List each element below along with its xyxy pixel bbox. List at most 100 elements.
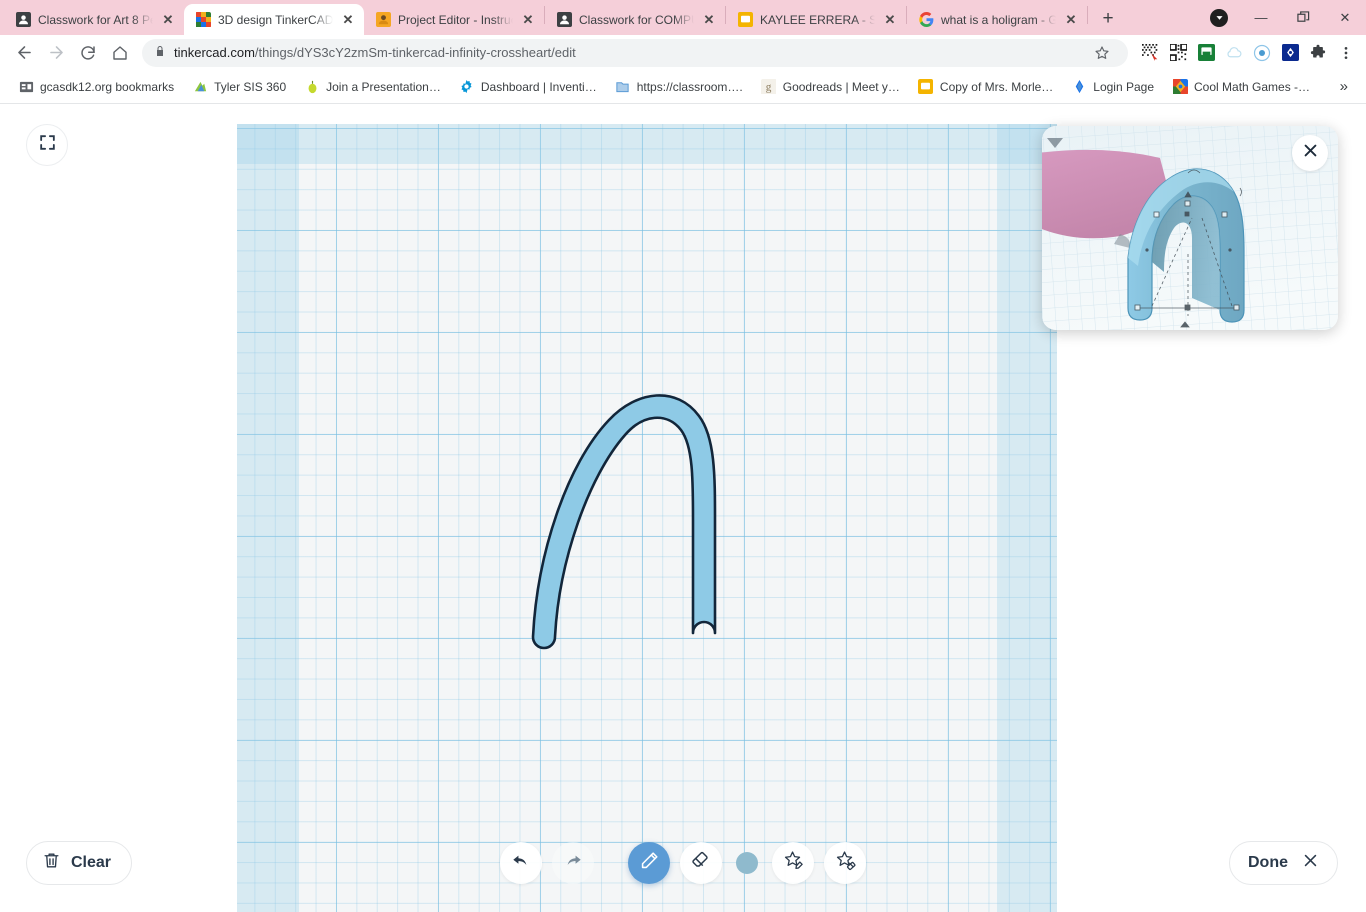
address-path: /things/dYS3cY2zmSm-tinkercad-infinity-c… bbox=[254, 45, 576, 60]
tab-close-icon[interactable]: ✕ bbox=[520, 12, 536, 28]
tab-close-icon[interactable]: ✕ bbox=[1063, 12, 1079, 28]
preview-close-button[interactable] bbox=[1292, 135, 1328, 171]
undo-button[interactable] bbox=[500, 842, 542, 884]
bookmark-label: Dashboard | Inventi… bbox=[480, 79, 597, 94]
shape-erase-tool[interactable] bbox=[824, 842, 866, 884]
inventor-gear-icon bbox=[459, 79, 475, 95]
fullscreen-button[interactable] bbox=[26, 124, 68, 166]
shape-draw-tool[interactable] bbox=[772, 842, 814, 884]
undo-arrow-icon bbox=[510, 850, 532, 877]
google-icon bbox=[918, 12, 934, 28]
bookmark-label: Tyler SIS 360 bbox=[214, 79, 287, 94]
bookmark-label: Login Page bbox=[1093, 79, 1155, 94]
redo-button[interactable] bbox=[552, 842, 594, 884]
navigation-bar: tinkercad.com/things/dYS3cY2zmSm-tinkerc… bbox=[0, 35, 1366, 70]
bookmark-label: Goodreads | Meet y… bbox=[782, 79, 900, 94]
cloud-icon[interactable] bbox=[1222, 41, 1246, 65]
clear-button-label: Clear bbox=[71, 854, 112, 871]
star-eraser-icon bbox=[834, 849, 857, 877]
bookmark-item[interactable]: Dashboard | Inventi… bbox=[451, 75, 605, 99]
tab-title: KAYLEE ERRERA - STEM bbox=[760, 12, 875, 27]
bookmark-item[interactable]: Join a Presentation… bbox=[296, 75, 449, 99]
address-bar[interactable]: tinkercad.com/things/dYS3cY2zmSm-tinkerc… bbox=[142, 38, 1128, 67]
pencil-tool[interactable] bbox=[628, 842, 670, 884]
home-button[interactable] bbox=[104, 37, 136, 69]
browser-tab-3[interactable]: Project Editor - Instructa ✕ bbox=[364, 4, 544, 35]
bookmark-item[interactable]: https://classroom…. bbox=[607, 75, 751, 99]
qr-code-icon[interactable] bbox=[1166, 41, 1190, 65]
save-to-drive-icon[interactable] bbox=[1194, 41, 1218, 65]
classroom-icon bbox=[556, 12, 572, 28]
bookmark-item[interactable]: Login Page bbox=[1063, 75, 1162, 99]
eraser-tool[interactable] bbox=[680, 842, 722, 884]
browser-tab-6[interactable]: what is a holigram - Go ✕ bbox=[907, 4, 1087, 35]
chrome-menu-icon[interactable] bbox=[1334, 41, 1358, 65]
tyler-icon bbox=[192, 79, 208, 95]
drawing-toolbar bbox=[500, 842, 866, 884]
tab-title: Project Editor - Instructa bbox=[398, 12, 513, 27]
bookmark-label: Copy of Mrs. Morle… bbox=[939, 79, 1054, 94]
bookmark-item[interactable]: Tyler SIS 360 bbox=[184, 75, 294, 99]
instructables-icon bbox=[375, 12, 391, 28]
brush-color-swatch[interactable] bbox=[736, 852, 758, 874]
bookmark-item[interactable]: g Goodreads | Meet y… bbox=[753, 75, 908, 99]
minimize-button[interactable]: — bbox=[1240, 0, 1282, 35]
bookmarks-overflow-button[interactable]: » bbox=[1332, 74, 1356, 99]
tab-close-icon[interactable]: ✕ bbox=[160, 12, 176, 28]
sketch-drawing bbox=[531, 394, 717, 650]
record-icon[interactable] bbox=[1250, 41, 1274, 65]
star-pencil-icon bbox=[782, 849, 805, 877]
new-tab-button[interactable]: + bbox=[1094, 5, 1122, 33]
close-window-button[interactable]: ✕ bbox=[1324, 0, 1366, 35]
bookmarks-bar: gcasdk12.org bookmarks Tyler SIS 360 Joi… bbox=[0, 70, 1366, 104]
bookmark-label: https://classroom…. bbox=[636, 79, 743, 94]
close-icon bbox=[1302, 142, 1319, 164]
browser-tab-2-active[interactable]: 3D design TinkerCAD- In ✕ bbox=[184, 4, 364, 35]
coolmath-icon bbox=[1172, 79, 1188, 95]
tab-close-icon[interactable]: ✕ bbox=[882, 12, 898, 28]
bookmark-item[interactable]: Copy of Mrs. Morle… bbox=[910, 75, 1061, 99]
scribble-grid-canvas[interactable] bbox=[237, 124, 1057, 912]
bookmark-item[interactable]: gcasdk12.org bookmarks bbox=[10, 75, 182, 99]
done-button-label: Done bbox=[1248, 854, 1288, 871]
3d-preview-panel[interactable] bbox=[1042, 126, 1338, 330]
bookmark-star-icon[interactable] bbox=[1088, 39, 1116, 67]
browser-window: Classwork for Art 8 Peri ✕ 3D design Tin… bbox=[0, 0, 1366, 912]
bookmark-label: Cool Math Games -… bbox=[1194, 79, 1311, 94]
tab-title: Classwork for Art 8 Peri bbox=[38, 12, 153, 27]
done-button[interactable]: Done bbox=[1229, 841, 1338, 885]
tab-close-icon[interactable]: ✕ bbox=[340, 12, 356, 28]
browser-tab-1[interactable]: Classwork for Art 8 Peri ✕ bbox=[4, 4, 184, 35]
browser-tab-4[interactable]: Classwork for COMPUT ✕ bbox=[545, 4, 725, 35]
tinkercad-scribble-editor: Clear Done bbox=[0, 104, 1366, 912]
reload-button[interactable] bbox=[72, 37, 104, 69]
back-button[interactable] bbox=[8, 37, 40, 69]
fullscreen-icon bbox=[38, 133, 57, 157]
classroom-icon bbox=[15, 12, 31, 28]
forward-button[interactable] bbox=[40, 37, 72, 69]
close-icon[interactable] bbox=[1302, 852, 1319, 874]
window-controls: — ✕ bbox=[1198, 0, 1366, 35]
extension-icons bbox=[1134, 41, 1358, 65]
folder-icon bbox=[18, 79, 34, 95]
tab-close-icon[interactable]: ✕ bbox=[701, 12, 717, 28]
maximize-button[interactable] bbox=[1282, 0, 1324, 35]
tinkercad-icon bbox=[195, 12, 211, 28]
clear-button[interactable]: Clear bbox=[26, 841, 133, 885]
blue-app-icon[interactable] bbox=[1278, 41, 1302, 65]
slides-icon bbox=[918, 79, 934, 95]
trash-icon bbox=[42, 851, 61, 875]
browser-tab-5[interactable]: KAYLEE ERRERA - STEM ✕ bbox=[726, 4, 906, 35]
bookmark-item[interactable]: Cool Math Games -… bbox=[1164, 75, 1318, 99]
tab-title: Classwork for COMPUT bbox=[579, 12, 694, 27]
tab-title: 3D design TinkerCAD- In bbox=[218, 12, 333, 27]
pencil-icon bbox=[638, 850, 660, 877]
tab-divider bbox=[1087, 5, 1088, 24]
qr-scanner-icon[interactable] bbox=[1138, 41, 1162, 65]
profile-download-badge-icon[interactable] bbox=[1198, 0, 1240, 35]
extensions-puzzle-icon[interactable] bbox=[1306, 41, 1330, 65]
eraser-icon bbox=[690, 850, 712, 877]
address-domain: tinkercad.com bbox=[174, 45, 255, 60]
tab-strip: Classwork for Art 8 Peri ✕ 3D design Tin… bbox=[0, 0, 1366, 35]
svg-text:g: g bbox=[766, 81, 772, 93]
